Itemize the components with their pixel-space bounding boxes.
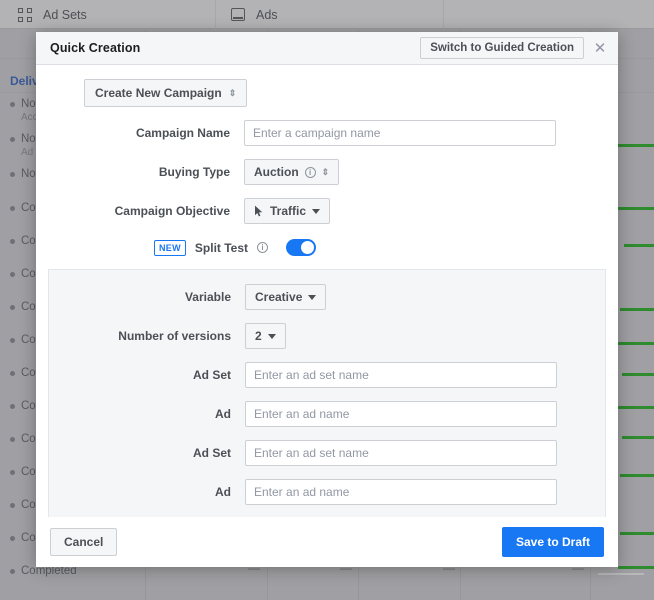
status-dot-icon xyxy=(10,404,15,409)
variable-value: Creative xyxy=(255,290,302,304)
chevron-down-icon xyxy=(312,209,320,214)
field-ad-set-2: Ad Set xyxy=(49,440,605,466)
variable-select[interactable]: Creative xyxy=(245,284,326,310)
info-icon: i xyxy=(305,167,316,178)
ad-set-1-label: Ad Set xyxy=(49,368,245,382)
status-dot-icon xyxy=(10,503,15,508)
field-ad-1: Ad xyxy=(49,401,605,427)
field-split-test: NEW Split Test i xyxy=(36,239,618,256)
campaign-objective-label: Campaign Objective xyxy=(36,204,244,218)
dialog-body: Create New Campaign ⇕ Campaign Name Buyi… xyxy=(36,65,618,517)
tab-ad-sets[interactable]: Ad Sets xyxy=(18,0,87,29)
dialog-title: Quick Creation xyxy=(50,41,140,55)
save-to-draft-button[interactable]: Save to Draft xyxy=(502,527,604,557)
create-mode-toolbar: Create New Campaign ⇕ xyxy=(36,79,618,107)
split-test-label: Split Test xyxy=(195,241,248,255)
grid-icon xyxy=(18,8,32,22)
ad-1-label: Ad xyxy=(49,407,245,421)
updown-chevron-icon: ⇕ xyxy=(322,168,330,177)
status-dot-icon xyxy=(10,272,15,277)
tab-ad-sets-label: Ad Sets xyxy=(43,8,87,22)
campaign-objective-value: Traffic xyxy=(270,204,306,218)
dialog-footer: Cancel Save to Draft xyxy=(36,517,618,567)
close-icon[interactable]: ✕ xyxy=(590,38,610,58)
status-dot-icon xyxy=(10,371,15,376)
status-dot-icon xyxy=(10,172,15,177)
campaign-name-input[interactable] xyxy=(244,120,556,146)
chevron-down-icon xyxy=(268,334,276,339)
campaign-objective-select[interactable]: Traffic xyxy=(244,198,330,224)
buying-type-label: Buying Type xyxy=(36,165,244,179)
ad-set-2-label: Ad Set xyxy=(49,446,245,460)
quick-creation-dialog: Quick Creation Switch to Guided Creation… xyxy=(36,32,618,567)
status-dot-icon xyxy=(10,437,15,442)
status-dot-icon xyxy=(10,536,15,541)
status-dot-icon xyxy=(10,239,15,244)
buying-type-value: Auction xyxy=(254,165,299,179)
ad-set-1-input[interactable] xyxy=(245,362,557,388)
split-test-panel: Variable Creative Number of versions 2 xyxy=(48,269,606,517)
number-of-versions-select[interactable]: 2 xyxy=(245,323,286,349)
field-campaign-name: Campaign Name xyxy=(36,120,618,146)
new-badge: NEW xyxy=(154,240,186,256)
cancel-button[interactable]: Cancel xyxy=(50,528,117,556)
number-of-versions-label: Number of versions xyxy=(49,329,245,343)
dialog-header: Quick Creation Switch to Guided Creation… xyxy=(36,32,618,65)
tab-ads[interactable]: Ads xyxy=(231,0,278,29)
split-test-toggle[interactable] xyxy=(286,239,316,256)
status-dot-icon xyxy=(10,137,15,142)
field-campaign-objective: Campaign Objective Traffic xyxy=(36,198,618,224)
cursor-pointer-icon xyxy=(254,205,264,217)
chevron-down-icon xyxy=(308,295,316,300)
create-new-campaign-select[interactable]: Create New Campaign ⇕ xyxy=(84,79,247,107)
ad-2-input[interactable] xyxy=(245,479,557,505)
status-dot-icon xyxy=(10,305,15,310)
ad-2-label: Ad xyxy=(49,485,245,499)
background-tab-bar: Ad Sets Ads xyxy=(0,0,654,29)
field-number-of-versions: Number of versions 2 xyxy=(49,323,605,349)
status-dot-icon xyxy=(10,206,15,211)
buying-type-select[interactable]: Auction i ⇕ xyxy=(244,159,339,185)
number-of-versions-value: 2 xyxy=(255,329,262,343)
create-new-campaign-label: Create New Campaign xyxy=(95,86,222,100)
status-dot-icon xyxy=(10,470,15,475)
tab-ads-label: Ads xyxy=(256,8,278,22)
switch-to-guided-creation-button[interactable]: Switch to Guided Creation xyxy=(420,37,584,59)
field-buying-type: Buying Type Auction i ⇕ xyxy=(36,159,618,185)
status-dot-icon xyxy=(10,102,15,107)
ads-icon xyxy=(231,8,245,21)
variable-label: Variable xyxy=(49,290,245,304)
ad-set-2-input[interactable] xyxy=(245,440,557,466)
status-dot-icon xyxy=(10,569,15,574)
field-ad-2: Ad xyxy=(49,479,605,505)
status-dot-icon xyxy=(10,338,15,343)
field-variable: Variable Creative xyxy=(49,284,605,310)
field-ad-set-1: Ad Set xyxy=(49,362,605,388)
info-icon: i xyxy=(257,242,268,253)
campaign-name-label: Campaign Name xyxy=(36,126,244,140)
ad-1-input[interactable] xyxy=(245,401,557,427)
updown-chevron-icon: ⇕ xyxy=(229,89,237,98)
